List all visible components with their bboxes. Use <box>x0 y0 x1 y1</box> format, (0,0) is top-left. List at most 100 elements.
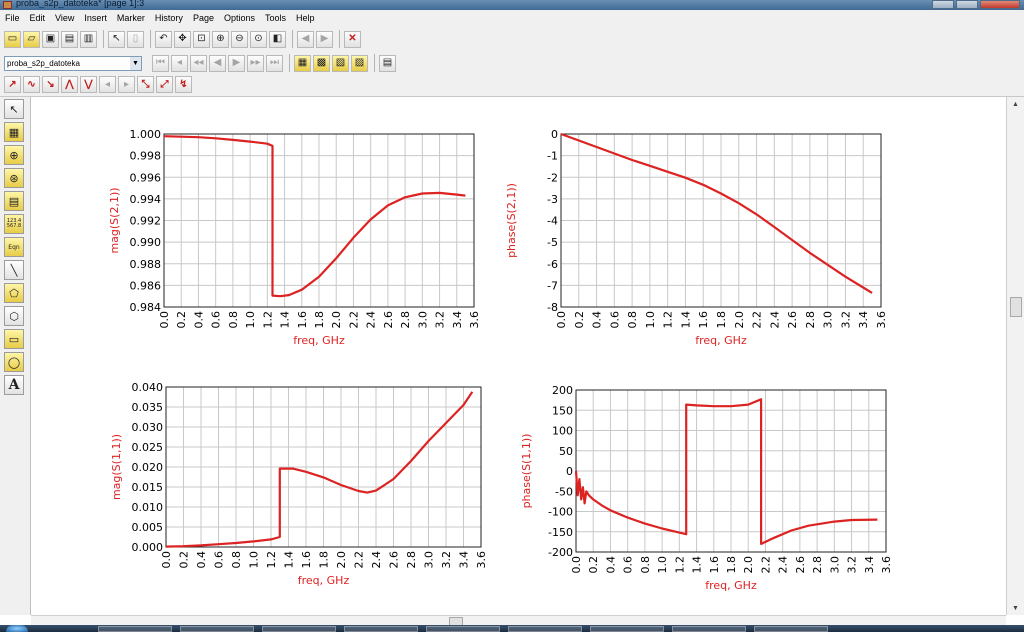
next-page-icon[interactable]: ▶ <box>316 30 333 48</box>
smith-chart-icon[interactable]: ⊛ <box>4 168 24 188</box>
menu-file[interactable]: File <box>0 13 25 23</box>
rectangle-icon[interactable]: ▭ <box>4 329 24 349</box>
vertical-scroll-thumb[interactable] <box>1010 297 1022 317</box>
menu-view[interactable]: View <box>50 13 79 23</box>
marker-new-icon[interactable]: ↗ <box>4 76 21 93</box>
y-tick-label: 0.986 <box>130 279 162 292</box>
save-icon[interactable]: ▣ <box>42 30 59 48</box>
first-icon[interactable]: ⏮ <box>152 54 169 72</box>
x-tick-label: 0.8 <box>227 311 240 329</box>
marker-delete-icon[interactable]: ⤢ <box>156 76 173 93</box>
marker-right-icon[interactable]: ▸ <box>118 76 135 93</box>
scroll-up-icon[interactable]: ▲ <box>1007 97 1024 111</box>
menu-options[interactable]: Options <box>219 13 260 23</box>
x-tick-label: 2.6 <box>786 311 799 329</box>
marker-properties-icon[interactable]: ↯ <box>175 76 192 93</box>
marker-valley-icon[interactable]: ⋁ <box>80 76 97 93</box>
taskbar-item[interactable] <box>98 626 172 632</box>
text-icon[interactable]: A <box>4 375 24 395</box>
design-select[interactable]: proba_s2p_datoteka ▼ <box>4 55 142 71</box>
taskbar-item[interactable] <box>508 626 582 632</box>
y-tick-label: 0.030 <box>132 421 164 434</box>
marker-grid-icon[interactable]: ▦ <box>294 54 311 72</box>
rectangular-plot-icon[interactable]: ▦ <box>4 122 24 142</box>
list-icon[interactable]: ▤ <box>4 191 24 211</box>
x-tick-label: 0.4 <box>192 311 205 329</box>
line-icon[interactable]: ╲ <box>4 260 24 280</box>
zoom-area-icon[interactable]: ⊡ <box>193 30 210 48</box>
polyline-icon[interactable]: ⬠ <box>4 283 24 303</box>
maximize-button[interactable] <box>956 0 978 9</box>
marker-delta-icon[interactable]: ∿ <box>23 76 40 93</box>
play-icon[interactable]: ▶ <box>228 54 245 72</box>
marker-zoom-icon[interactable]: ▩ <box>313 54 330 72</box>
open-icon[interactable]: ▱ <box>23 30 40 48</box>
x-tick-label: 1.8 <box>725 556 738 574</box>
taskbar-item[interactable] <box>426 626 500 632</box>
toolbar-separator <box>289 54 290 72</box>
close-icon[interactable]: ✕ <box>344 30 361 48</box>
taskbar-item[interactable] <box>262 626 336 632</box>
marker-fit-icon[interactable]: ▨ <box>351 54 368 72</box>
y-tick-label: -3 <box>547 193 558 206</box>
polar-plot-icon[interactable]: ⊕ <box>4 145 24 165</box>
taskbar-item[interactable] <box>180 626 254 632</box>
marker-peak-icon[interactable]: ⋀ <box>61 76 78 93</box>
chevron-down-icon[interactable]: ▼ <box>130 56 141 70</box>
y-tick-label: 0.000 <box>132 541 164 554</box>
x-tick-label: 0.6 <box>608 311 621 329</box>
y-tick-label: 0.005 <box>132 521 164 534</box>
taskbar-item[interactable] <box>344 626 418 632</box>
x-tick-label: 1.8 <box>313 311 326 329</box>
window-close-button[interactable] <box>980 0 1020 9</box>
start-button[interactable] <box>6 625 28 632</box>
menu-tools[interactable]: Tools <box>260 13 291 23</box>
last-icon[interactable]: ⏭ <box>266 54 283 72</box>
menu-marker[interactable]: Marker <box>112 13 150 23</box>
select-pointer-icon[interactable]: ↖ <box>108 30 125 48</box>
y-tick-label: -200 <box>548 546 573 559</box>
zoom-page-icon[interactable]: ◧ <box>269 30 286 48</box>
taskbar-item[interactable] <box>672 626 746 632</box>
step-back-icon[interactable]: ◂ <box>171 54 188 72</box>
zoom-out-icon[interactable]: ⊖ <box>231 30 248 48</box>
circle-icon[interactable]: ◯ <box>4 352 24 372</box>
taskbar-item[interactable] <box>754 626 828 632</box>
horizontal-scrollbar[interactable] <box>31 615 1006 626</box>
marker-left-icon[interactable]: ◂ <box>99 76 116 93</box>
scroll-down-icon[interactable]: ▼ <box>1007 601 1024 615</box>
zoom-fit-icon[interactable]: ⊙ <box>250 30 267 48</box>
marker-move-icon[interactable]: ⤡ <box>137 76 154 93</box>
equation-icon[interactable]: Eqn <box>4 237 24 257</box>
marker-slope-icon[interactable]: ↘ <box>42 76 59 93</box>
polygon-icon[interactable]: ⬡ <box>4 306 24 326</box>
print-icon[interactable]: ▥ <box>80 30 97 48</box>
x-tick-label: 0.8 <box>230 551 243 569</box>
previous-page-icon[interactable]: ◀ <box>297 30 314 48</box>
stack-table-icon[interactable]: 123.4 567.8 <box>4 214 24 234</box>
new-icon[interactable]: ▭ <box>4 30 21 48</box>
x-tick-label: 1.4 <box>691 556 704 574</box>
menu-page[interactable]: Page <box>188 13 219 23</box>
fast-forward-icon[interactable]: ▸▸ <box>247 54 264 72</box>
minimize-button[interactable] <box>932 0 954 9</box>
menu-help[interactable]: Help <box>291 13 320 23</box>
menu-edit[interactable]: Edit <box>25 13 51 23</box>
undo-icon[interactable]: ↶ <box>155 30 172 48</box>
x-tick-label: 2.8 <box>804 311 817 329</box>
menu-history[interactable]: History <box>150 13 188 23</box>
delete-icon[interactable]: ▯ <box>127 30 144 48</box>
rewind-icon[interactable]: ◂◂ <box>190 54 207 72</box>
pointer-icon[interactable]: ↖ <box>4 99 24 119</box>
marker-find-icon[interactable]: ▧ <box>332 54 349 72</box>
taskbar-item[interactable] <box>590 626 664 632</box>
print-preview-icon[interactable]: ▤ <box>61 30 78 48</box>
menu-insert[interactable]: Insert <box>79 13 112 23</box>
x-tick-label: 2.0 <box>742 556 755 574</box>
vertical-scrollbar[interactable]: ▲ ▼ <box>1006 97 1024 615</box>
x-tick-label: 2.2 <box>353 551 366 569</box>
play-back-icon[interactable]: ◀ <box>209 54 226 72</box>
layout-icon[interactable]: ▤ <box>379 54 396 72</box>
move-icon[interactable]: ✥ <box>174 30 191 48</box>
zoom-in-icon[interactable]: ⊕ <box>212 30 229 48</box>
